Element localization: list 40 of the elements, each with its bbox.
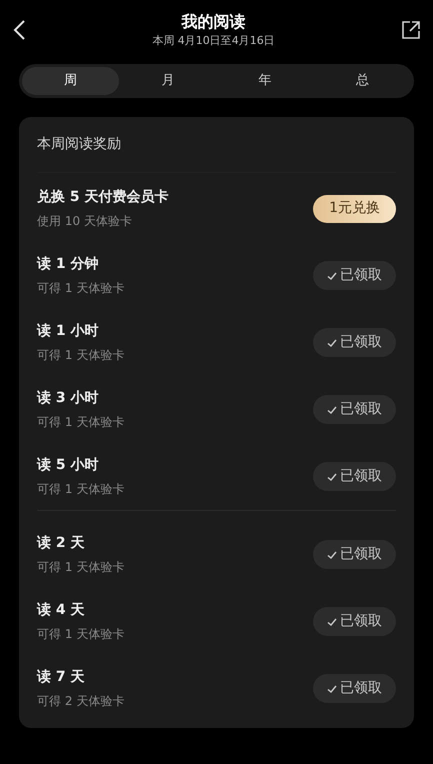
check-icon	[327, 684, 337, 694]
check-icon	[327, 472, 337, 482]
claimed-button[interactable]: 已领取	[313, 261, 396, 290]
reward-subtitle: 可得 1 天体验卡	[37, 347, 124, 364]
exchange-button[interactable]: 1元兑换	[313, 194, 396, 222]
reward-title: 读 5 小时	[37, 456, 100, 475]
period-tab[interactable]: 总	[314, 67, 411, 95]
claimed-button[interactable]: 已领取	[313, 607, 396, 636]
page-title: 我的阅读	[182, 11, 246, 33]
period-tab[interactable]: 周	[22, 67, 120, 95]
reward-title: 读 1 小时	[37, 322, 100, 341]
check-icon	[327, 616, 337, 626]
back-icon[interactable]	[12, 19, 26, 41]
reward-title: 读 4 天	[37, 601, 86, 620]
claimed-button[interactable]: 已领取	[313, 540, 396, 569]
period-tab[interactable]: 月	[119, 67, 216, 95]
period-tab[interactable]: 年	[216, 67, 314, 95]
reward-subtitle: 可得 1 天体验卡	[37, 559, 124, 576]
reward-subtitle: 可得 1 天体验卡	[37, 626, 124, 643]
reward-subtitle: 可得 2 天体验卡	[37, 693, 124, 710]
reward-title: 读 7 天	[37, 668, 86, 687]
reward-title: 读 1 分钟	[37, 255, 100, 274]
date-range: 本周 4月10日至4月16日	[152, 33, 275, 49]
card-title: 本周阅读奖励	[37, 135, 121, 154]
claimed-button[interactable]: 已领取	[313, 462, 396, 491]
check-icon	[327, 550, 337, 560]
reward-title: 读 2 天	[37, 534, 86, 553]
reward-title: 兑换 5 天付费会员卡	[37, 188, 168, 207]
reward-subtitle: 可得 1 天体验卡	[37, 280, 124, 297]
check-icon	[327, 404, 337, 414]
claimed-button[interactable]: 已领取	[313, 674, 396, 703]
reward-subtitle: 使用 10 天体验卡	[37, 213, 133, 230]
check-icon	[327, 270, 337, 280]
reward-subtitle: 可得 1 天体验卡	[37, 414, 124, 431]
check-icon	[327, 338, 337, 348]
claimed-button[interactable]: 已领取	[313, 328, 396, 357]
share-icon[interactable]	[401, 20, 421, 40]
reward-subtitle: 可得 1 天体验卡	[37, 481, 124, 498]
claimed-button[interactable]: 已领取	[313, 395, 396, 424]
reward-title: 读 3 小时	[37, 389, 100, 408]
